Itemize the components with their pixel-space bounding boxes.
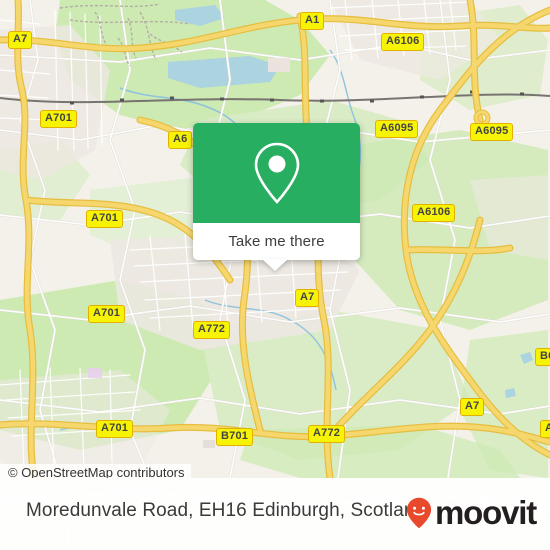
map-canvas[interactable]: .park { fill:#cdeab3; } .park2 { fill:#d…: [0, 0, 550, 478]
road-shield: A701: [86, 210, 124, 228]
moovit-wordmark: moovit: [435, 494, 537, 531]
moovit-smiley-pin-icon: [406, 497, 432, 528]
attribution-text: © OpenStreetMap contributors: [8, 465, 185, 478]
moovit-logo[interactable]: moovit: [406, 494, 537, 531]
map-pin-icon: [254, 142, 299, 204]
road-shield: A7: [8, 31, 33, 49]
road-shield: B701: [216, 428, 254, 446]
osm-attribution[interactable]: © OpenStreetMap contributors: [0, 464, 191, 478]
card-pointer-tail: [262, 259, 288, 271]
road-shield: A1: [300, 12, 325, 30]
road-shield: A6095: [375, 120, 419, 138]
take-me-there-label: Take me there: [228, 233, 325, 250]
road-shield: A7: [460, 398, 485, 416]
road-shield: B6: [535, 348, 550, 366]
road-shield: A6106: [412, 204, 456, 222]
take-me-there-button[interactable]: Take me there: [193, 223, 360, 260]
road-shield: A701: [88, 305, 126, 323]
road-shield: A6095: [470, 123, 514, 141]
road-shield: A701: [40, 110, 78, 128]
location-info-card[interactable]: Take me there: [193, 123, 360, 260]
road-shield: A6106: [381, 33, 425, 51]
road-shield: A: [540, 420, 550, 438]
road-shield: A6: [168, 131, 193, 149]
card-marker-area: [193, 123, 360, 223]
road-shield: A701: [96, 420, 134, 438]
road-shield: A7: [295, 289, 320, 307]
road-shield: A772: [308, 425, 346, 443]
location-title: Moredunvale Road, EH16 Edinburgh, Scotla…: [26, 500, 426, 521]
road-shield: A772: [193, 321, 231, 339]
footer-bar: Moredunvale Road, EH16 Edinburgh, Scotla…: [0, 478, 550, 550]
moovit-map-screenshot: .park { fill:#cdeab3; } .park2 { fill:#d…: [0, 0, 550, 550]
